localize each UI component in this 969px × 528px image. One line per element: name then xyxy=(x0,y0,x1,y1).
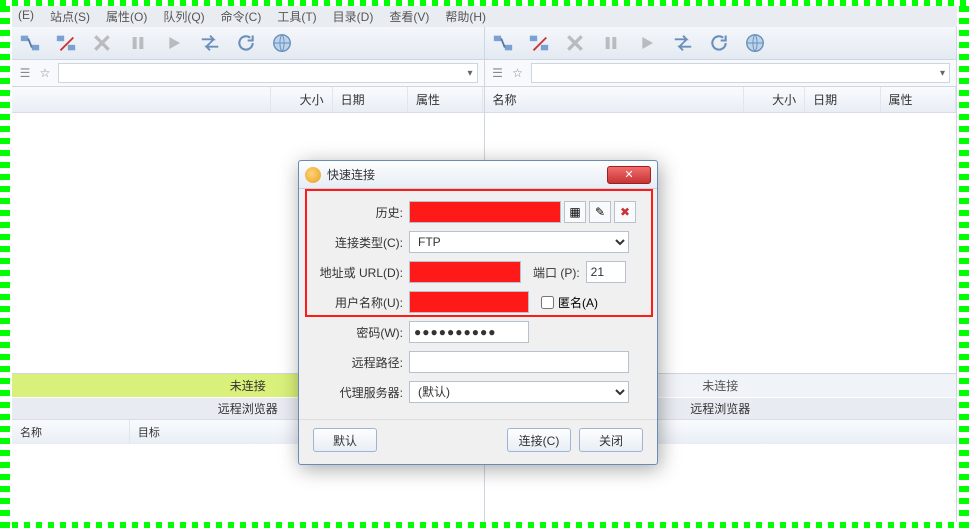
password-label: 密码(W): xyxy=(313,324,403,341)
remote-path-input[interactable] xyxy=(409,351,629,373)
tree-icon[interactable]: ☰ xyxy=(18,66,32,80)
qcol-name[interactable]: 名称 xyxy=(12,420,130,444)
dialog-title: 快速连接 xyxy=(327,166,607,183)
menu-site[interactable]: 站点(S) xyxy=(50,8,90,25)
transfer-icon[interactable] xyxy=(671,31,695,55)
menu-queue[interactable]: 队列(Q) xyxy=(163,8,204,25)
col-date[interactable]: 日期 xyxy=(805,87,880,112)
col-size[interactable]: 大小 xyxy=(271,87,332,112)
refresh-icon[interactable] xyxy=(707,31,731,55)
transfer-icon[interactable] xyxy=(198,31,222,55)
app-icon xyxy=(305,167,321,183)
anonymous-label: 匿名(A) xyxy=(558,294,598,311)
address-input[interactable] xyxy=(409,261,521,283)
menu-properties[interactable]: 属性(O) xyxy=(106,8,147,25)
history-select[interactable]: .80 xyxy=(409,201,561,223)
history-save-icon[interactable]: ▦ xyxy=(564,201,586,223)
column-headers-right[interactable]: 名称 大小 日期 属性 xyxy=(485,87,957,113)
globe-icon[interactable] xyxy=(743,31,767,55)
menubar[interactable]: (E) 站点(S) 属性(O) 队列(Q) 命令(C) 工具(T) 目录(D) … xyxy=(12,6,957,27)
address-bar: ☰ ☆ ▾ ☰ ☆ ▾ xyxy=(12,60,957,87)
menu-help[interactable]: 帮助(H) xyxy=(445,8,486,25)
cancel-icon[interactable] xyxy=(90,31,114,55)
port-input[interactable] xyxy=(586,261,626,283)
proxy-label: 代理服务器: xyxy=(313,384,403,401)
star-icon[interactable]: ☆ xyxy=(511,66,525,80)
proxy-select[interactable]: (默认) xyxy=(409,381,629,403)
column-headers-left[interactable]: 大小 日期 属性 xyxy=(12,87,484,113)
conn-type-select[interactable]: FTP xyxy=(409,231,629,253)
path-combo-left[interactable]: ▾ xyxy=(58,63,478,83)
pause-icon[interactable] xyxy=(126,31,150,55)
menu-directory[interactable]: 目录(D) xyxy=(333,8,374,25)
cancel-icon[interactable] xyxy=(563,31,587,55)
port-label: 端口 (P): xyxy=(533,264,580,281)
dialog-titlebar[interactable]: 快速连接 ✕ xyxy=(299,161,657,189)
col-name[interactable]: 名称 xyxy=(485,87,744,112)
history-delete-icon[interactable]: ✖ xyxy=(614,201,636,223)
tree-icon[interactable]: ☰ xyxy=(491,66,505,80)
path-combo-right[interactable]: ▾ xyxy=(531,63,951,83)
disconnect-icon[interactable] xyxy=(527,31,551,55)
play-icon[interactable] xyxy=(162,31,186,55)
connect-icon[interactable] xyxy=(18,31,42,55)
col-size[interactable]: 大小 xyxy=(744,87,805,112)
menu-tools[interactable]: 工具(T) xyxy=(277,8,316,25)
history-edit-icon[interactable]: ✎ xyxy=(589,201,611,223)
close-button[interactable]: ✕ xyxy=(607,166,651,184)
col-name[interactable] xyxy=(12,87,271,112)
refresh-icon[interactable] xyxy=(234,31,258,55)
menu-command[interactable]: 命令(C) xyxy=(221,8,262,25)
col-attr[interactable]: 属性 xyxy=(881,87,956,112)
user-label: 用户名称(U): xyxy=(313,294,403,311)
col-attr[interactable]: 属性 xyxy=(408,87,483,112)
disconnect-icon[interactable] xyxy=(54,31,78,55)
conn-type-label: 连接类型(C): xyxy=(313,234,403,251)
col-date[interactable]: 日期 xyxy=(333,87,408,112)
connect-button[interactable]: 连接(C) xyxy=(507,428,571,452)
addr-label: 地址或 URL(D): xyxy=(313,264,403,281)
history-label: 历史: xyxy=(313,204,403,221)
remote-path-label: 远程路径: xyxy=(313,354,403,371)
quick-connect-dialog: 快速连接 ✕ 历史: .80 ▦ ✎ ✖ 连接类型(C): FTP 地址或 UR… xyxy=(298,160,658,465)
play-icon[interactable] xyxy=(635,31,659,55)
username-input[interactable] xyxy=(409,291,529,313)
menu-view[interactable]: 查看(V) xyxy=(389,8,429,25)
anonymous-checkbox[interactable] xyxy=(541,296,554,309)
toolbar xyxy=(12,27,957,60)
menu-edit[interactable]: (E) xyxy=(18,8,34,25)
close-dialog-button[interactable]: 关闭 xyxy=(579,428,643,452)
password-input[interactable] xyxy=(409,321,529,343)
globe-icon[interactable] xyxy=(270,31,294,55)
connect-icon[interactable] xyxy=(491,31,515,55)
pause-icon[interactable] xyxy=(599,31,623,55)
default-button[interactable]: 默认 xyxy=(313,428,377,452)
qcol-target[interactable]: 目标 xyxy=(130,420,319,444)
star-icon[interactable]: ☆ xyxy=(38,66,52,80)
